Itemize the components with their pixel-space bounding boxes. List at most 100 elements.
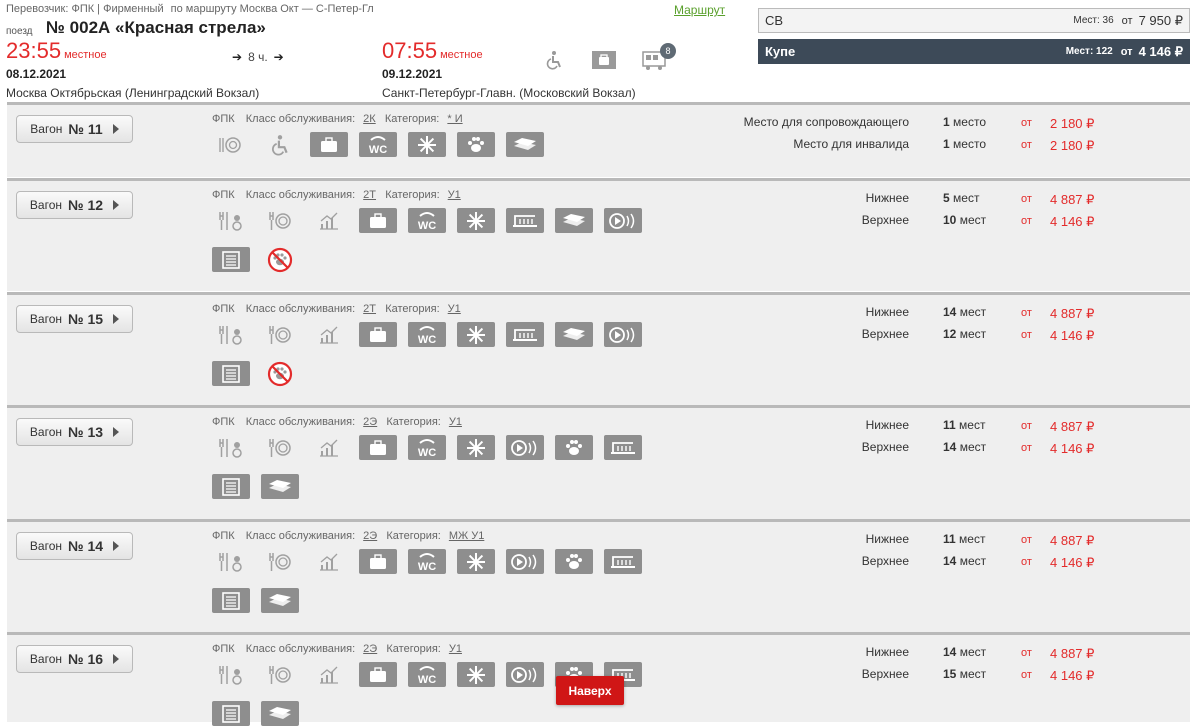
wc-icon: WC — [408, 549, 446, 574]
seat-price[interactable]: 4 887 ₽ — [1050, 192, 1094, 208]
press-icon — [212, 474, 250, 499]
seat-count: 11 мест — [943, 418, 985, 432]
service-label: Класс обслуживания: — [245, 643, 356, 655]
category-value[interactable]: У1 — [448, 303, 461, 315]
service-class[interactable]: 2К — [363, 113, 376, 125]
seat-count-value: 15 — [943, 667, 957, 681]
wheelchair-icon — [261, 132, 299, 157]
category-value[interactable]: У1 — [448, 189, 461, 201]
svg-text:WC: WC — [418, 220, 436, 232]
wagon-button[interactable]: Вагон № 12 — [16, 191, 133, 219]
service-label: Класс обслуживания: — [245, 303, 356, 315]
carrier-label: ФПК — [212, 303, 235, 315]
press-icon — [212, 588, 250, 613]
seat-price[interactable]: 4 887 ₽ — [1050, 419, 1094, 435]
seat-unit: мест — [953, 191, 980, 205]
wagon-block: Вагон № 13 ФПК Класс обслуживания: 2Э Кат… — [7, 405, 1190, 519]
carrier-label: ФПК — [212, 416, 235, 428]
seat-type: Нижнее — [865, 191, 909, 205]
seat-price[interactable]: 4 146 ₽ — [1050, 555, 1094, 571]
category-label: Категория: — [385, 189, 440, 201]
seat-unit: мест — [959, 440, 987, 454]
amenity-icons: WC — [212, 132, 682, 157]
wagon-button[interactable]: Вагон № 13 — [16, 418, 133, 446]
pet-icon — [555, 549, 593, 574]
category-value[interactable]: У1 — [449, 643, 462, 655]
seat-count: 10 мест — [943, 213, 986, 227]
seat-price[interactable]: 4 146 ₽ — [1050, 214, 1094, 230]
seat-unit: место — [953, 115, 986, 129]
price-from: от — [1021, 329, 1032, 341]
seat-type: Нижнее — [865, 532, 909, 546]
snowflake-icon — [408, 132, 446, 157]
scroll-top-button[interactable]: Наверх — [556, 676, 624, 705]
seat-price[interactable]: 4 887 ₽ — [1050, 306, 1094, 322]
play-arrow-icon — [113, 654, 120, 664]
play-arrow-icon — [113, 541, 120, 551]
seat-count: 15 мест — [943, 667, 986, 681]
wagon-label: Вагон — [29, 312, 62, 326]
svg-text:WC: WC — [369, 144, 387, 156]
price-from: от — [1021, 215, 1032, 227]
service-class[interactable]: 2Э — [363, 643, 377, 655]
wc-icon: WC — [408, 322, 446, 347]
seat-price[interactable]: 4 887 ₽ — [1050, 533, 1094, 549]
shower-icon — [506, 208, 544, 233]
seat-unit: мест — [959, 418, 986, 432]
wagon-count-icon[interactable]: 8 — [642, 43, 676, 71]
service-class[interactable]: 2Э — [363, 416, 377, 428]
wc-icon: WC — [359, 132, 397, 157]
seat-type: Место для сопровождающего — [743, 115, 909, 129]
category-value[interactable]: У1 — [449, 416, 462, 428]
service-class[interactable]: 2Э — [363, 530, 377, 542]
train-word: поезд — [6, 26, 33, 37]
seat-count: 12 мест — [943, 327, 986, 341]
service-label: Класс обслуживания: — [245, 113, 356, 125]
seat-type: Верхнее — [861, 667, 909, 681]
seat-price[interactable]: 4 146 ₽ — [1050, 328, 1094, 344]
wagon-button[interactable]: Вагон № 16 — [16, 645, 133, 673]
service-class[interactable]: 2Т — [363, 189, 376, 201]
seat-price[interactable]: 2 180 ₽ — [1050, 138, 1094, 154]
wagon-number: № 12 — [68, 197, 104, 213]
service-label: Класс обслуживания: — [245, 530, 356, 542]
dining-icon — [261, 549, 299, 574]
seat-type: Верхнее — [861, 213, 909, 227]
price-from: от — [1021, 139, 1032, 151]
seat-count: 1 место — [943, 115, 986, 129]
seat-price[interactable]: 4 146 ₽ — [1050, 668, 1094, 684]
food-sets-icon — [212, 549, 250, 574]
seat-unit: мест — [959, 213, 987, 227]
seat-count: 14 мест — [943, 305, 986, 319]
category-label: Категория: — [386, 643, 441, 655]
wagon-label: Вагон — [29, 425, 62, 439]
seat-count: 11 мест — [943, 532, 985, 546]
snowflake-icon — [457, 549, 495, 574]
wagon-button[interactable]: Вагон № 15 — [16, 305, 133, 333]
snowflake-icon — [457, 208, 495, 233]
seat-count-value: 1 — [943, 115, 950, 129]
amenity-icons: WC — [212, 208, 682, 272]
class-sv[interactable]: СВ Мест: 36 от 7 950 ₽ — [758, 8, 1190, 33]
linen-icon — [261, 701, 299, 726]
category-value[interactable]: * И — [447, 113, 462, 125]
food-sets-icon — [212, 322, 250, 347]
route-link[interactable]: Маршрут — [674, 3, 725, 17]
wagon-button[interactable]: Вагон № 14 — [16, 532, 133, 560]
linen-icon — [261, 588, 299, 613]
seat-count-value: 1 — [943, 137, 950, 151]
seat-price[interactable]: 4 887 ₽ — [1050, 646, 1094, 662]
category-value[interactable]: МЖ У1 — [449, 530, 484, 542]
price-from: от — [1021, 117, 1032, 129]
signal-icon — [310, 435, 348, 460]
seat-price[interactable]: 4 146 ₽ — [1050, 441, 1094, 457]
wagon-button[interactable]: Вагон № 11 — [16, 115, 133, 143]
arrival-date: 09.12.2021 — [382, 67, 443, 81]
seat-count-value: 14 — [943, 440, 957, 454]
amenity-icons: WC — [212, 435, 682, 499]
plate-icon — [212, 132, 250, 157]
svg-text:WC: WC — [418, 334, 436, 346]
service-class[interactable]: 2Т — [363, 303, 376, 315]
seat-price[interactable]: 2 180 ₽ — [1050, 116, 1094, 132]
class-kupe[interactable]: Купе Мест: 122 от 4 146 ₽ — [758, 39, 1190, 64]
